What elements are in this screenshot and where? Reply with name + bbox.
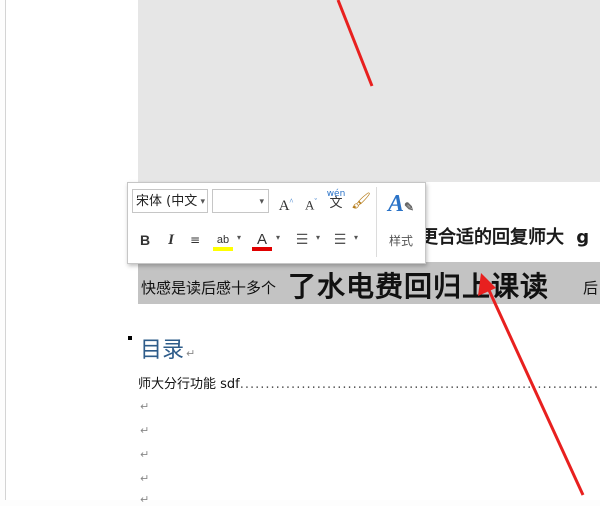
- arrow-head-icon: [478, 273, 496, 296]
- annotation-arrow-line: [336, 0, 374, 87]
- annotation-arrow-line: [486, 287, 585, 496]
- annotation-arrows: [336, 0, 585, 496]
